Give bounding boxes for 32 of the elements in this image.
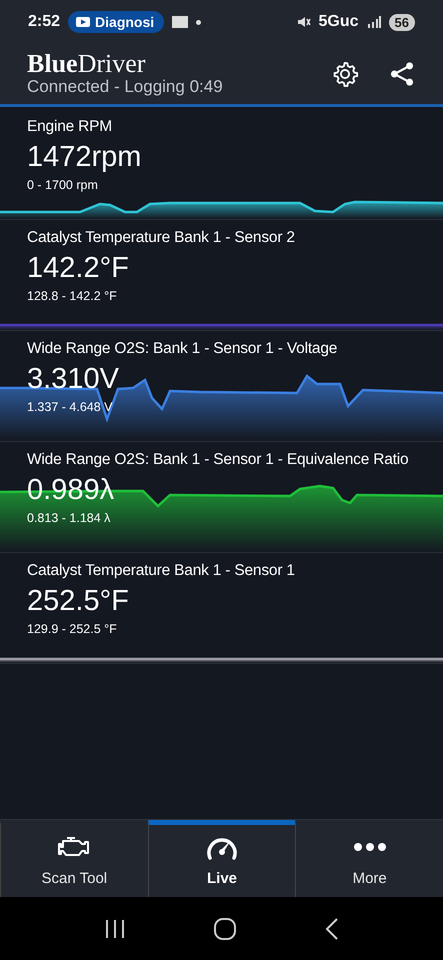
back-icon xyxy=(325,916,340,940)
signal-icon xyxy=(366,16,381,28)
settings-icon xyxy=(331,60,359,88)
dot-icon xyxy=(196,20,202,24)
gauge-range: 129.9 - 252.5 °F xyxy=(27,621,117,637)
gauge-range: 0 - 1700 rpm xyxy=(27,177,98,193)
gauge-name: Catalyst Temperature Bank 1 - Sensor 1 xyxy=(27,561,295,581)
clock: 2:52 xyxy=(28,13,60,31)
gauge-name: Wide Range O2S: Bank 1 - Sensor 1 - Equivalence Ratio xyxy=(27,450,408,470)
gauge-name: Engine RPM xyxy=(27,117,112,137)
app-logo: BlueDriver xyxy=(27,51,146,77)
gauge-value: 252.5°F xyxy=(27,584,129,619)
recents-icon xyxy=(104,918,126,938)
gauge-value: 1472rpm xyxy=(27,140,142,175)
notification-chip[interactable]: Diagnosi xyxy=(68,11,164,33)
share-icon xyxy=(389,61,415,87)
gauge-value: 0.989λ xyxy=(27,473,114,508)
gauge-name: Catalyst Temperature Bank 1 - Sensor 2 xyxy=(27,228,295,248)
network-label: 5Guc xyxy=(318,13,359,31)
gauge-range: 0.813 - 1.184 λ xyxy=(27,510,110,526)
app-icon xyxy=(172,16,188,28)
more-icon xyxy=(352,842,387,852)
gauge-value: 142.2°F xyxy=(27,251,129,286)
gauge-range: 128.8 - 142.2 °F xyxy=(27,288,117,304)
battery-level: 56 xyxy=(388,14,415,30)
play-icon xyxy=(76,17,90,27)
gauge-name: Wide Range O2S: Bank 1 - Sensor 1 - Voltage xyxy=(27,339,338,359)
engine-icon xyxy=(57,835,92,859)
gauge-value: 3.310V xyxy=(27,362,119,397)
mute-icon xyxy=(296,16,311,28)
home-icon xyxy=(213,916,238,940)
connection-status: Connected - Logging 0:49 xyxy=(27,77,224,97)
